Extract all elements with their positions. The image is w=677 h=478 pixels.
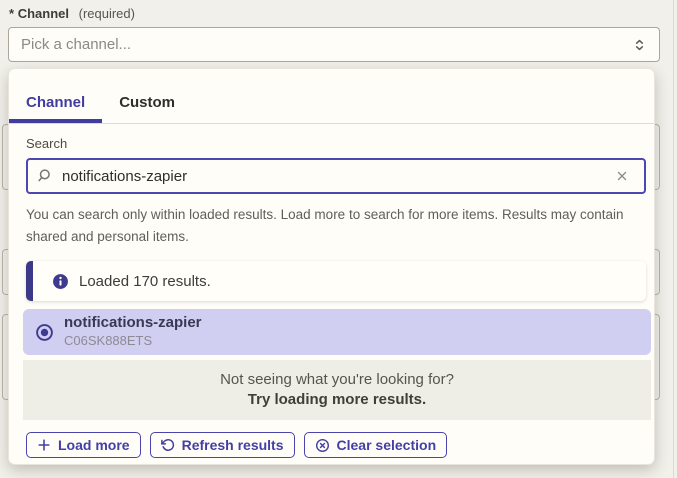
search-icon — [36, 168, 52, 184]
refresh-results-label: Refresh results — [182, 437, 284, 453]
refresh-icon — [161, 438, 175, 452]
tab-bar: Channel Custom — [9, 69, 654, 124]
required-note: (required) — [79, 6, 135, 21]
field-label: Channel — [18, 6, 69, 21]
result-texts: notifications-zapier C06SK888ETS — [64, 314, 202, 350]
empty-hint-line1: Not seeing what you're looking for? — [33, 371, 641, 388]
tab-channel[interactable]: Channel — [9, 82, 102, 123]
load-more-label: Load more — [58, 437, 130, 453]
panel-body: Search You can search only within loaded… — [9, 136, 654, 458]
action-button-row: Load more Refresh results Clear selectio… — [26, 432, 640, 458]
channel-select[interactable]: Pick a channel... — [8, 27, 660, 62]
page: * Channel (required) Pick a channel... C… — [0, 0, 677, 478]
refresh-results-button[interactable]: Refresh results — [150, 432, 295, 458]
select-placeholder: Pick a channel... — [21, 36, 632, 53]
empty-hint-line2: Try loading more results. — [33, 391, 641, 408]
info-icon — [52, 273, 69, 290]
clear-selection-label: Clear selection — [337, 437, 437, 453]
info-banner: Loaded 170 results. — [26, 261, 646, 301]
search-input[interactable] — [26, 158, 646, 194]
clear-search-icon[interactable] — [613, 167, 631, 188]
info-banner-accent-bar — [26, 261, 33, 301]
page-edge-divider — [673, 0, 674, 478]
result-subtitle: C06SK888ETS — [64, 333, 202, 350]
plus-icon — [37, 438, 51, 452]
search-help-text: You can search only within loaded result… — [26, 204, 641, 247]
updown-chevron-icon — [632, 37, 647, 53]
info-banner-text: Loaded 170 results. — [79, 273, 211, 290]
empty-hint-box: Not seeing what you're looking for? Try … — [23, 360, 651, 420]
result-title: notifications-zapier — [64, 314, 202, 333]
field-label-row: * Channel (required) — [9, 6, 135, 21]
tab-custom[interactable]: Custom — [102, 82, 192, 123]
search-field — [26, 158, 640, 194]
clear-selection-button[interactable]: Clear selection — [304, 432, 448, 458]
search-label: Search — [26, 136, 640, 151]
channel-dropdown-panel: Channel Custom Search You can search onl… — [8, 68, 655, 465]
required-asterisk: * — [9, 6, 14, 21]
clear-circle-icon — [315, 438, 330, 453]
result-row-notifications-zapier[interactable]: notifications-zapier C06SK888ETS — [23, 309, 651, 355]
radio-selected-icon[interactable] — [35, 323, 54, 342]
load-more-button[interactable]: Load more — [26, 432, 141, 458]
